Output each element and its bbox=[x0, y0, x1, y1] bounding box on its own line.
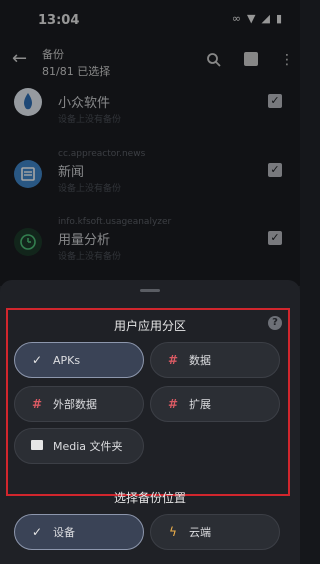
section-title-location: 选择备份位置 bbox=[113, 491, 186, 505]
chip-label: 数据 bbox=[189, 354, 211, 367]
chip-label: APKs bbox=[53, 353, 81, 367]
scrim[interactable] bbox=[0, 0, 300, 286]
location-cloud[interactable]: ϟ 云端 bbox=[150, 514, 280, 550]
chip-label: 扩展 bbox=[189, 398, 211, 411]
hash-icon: # bbox=[167, 397, 179, 411]
chip-label: 设备 bbox=[53, 526, 75, 539]
location-device[interactable]: ✓ 设备 bbox=[14, 514, 144, 550]
chip-external-data[interactable]: # 外部数据 bbox=[14, 386, 144, 422]
chip-label: 外部数据 bbox=[53, 398, 97, 411]
help-icon[interactable]: ? bbox=[268, 316, 282, 330]
bottom-sheet: 用户应用分区 ? ✓ APKs # 数据 # 外部数据 # 扩展 Media 文… bbox=[0, 280, 300, 564]
bolt-icon: ϟ bbox=[169, 525, 177, 539]
chip-extension[interactable]: # 扩展 bbox=[150, 386, 280, 422]
chip-data[interactable]: # 数据 bbox=[150, 342, 280, 378]
section-title-partitions: 用户应用分区 bbox=[113, 319, 186, 333]
chip-label: 云端 bbox=[189, 526, 211, 539]
screen: 13:04 ∞ ▼ ◢ ▮ ← 备份 81/81 已选择 ⋮ 小众软件 设备上没… bbox=[0, 0, 300, 564]
hash-icon: # bbox=[167, 353, 179, 367]
check-icon: ✓ bbox=[31, 353, 43, 367]
chip-media-folder[interactable]: Media 文件夹 bbox=[14, 428, 144, 464]
hash-icon: # bbox=[31, 397, 43, 411]
chip-apks[interactable]: ✓ APKs bbox=[14, 342, 144, 378]
drag-handle[interactable] bbox=[140, 289, 160, 292]
folder-icon bbox=[29, 439, 45, 453]
chip-label: Media 文件夹 bbox=[53, 440, 123, 453]
check-icon: ✓ bbox=[31, 525, 43, 539]
